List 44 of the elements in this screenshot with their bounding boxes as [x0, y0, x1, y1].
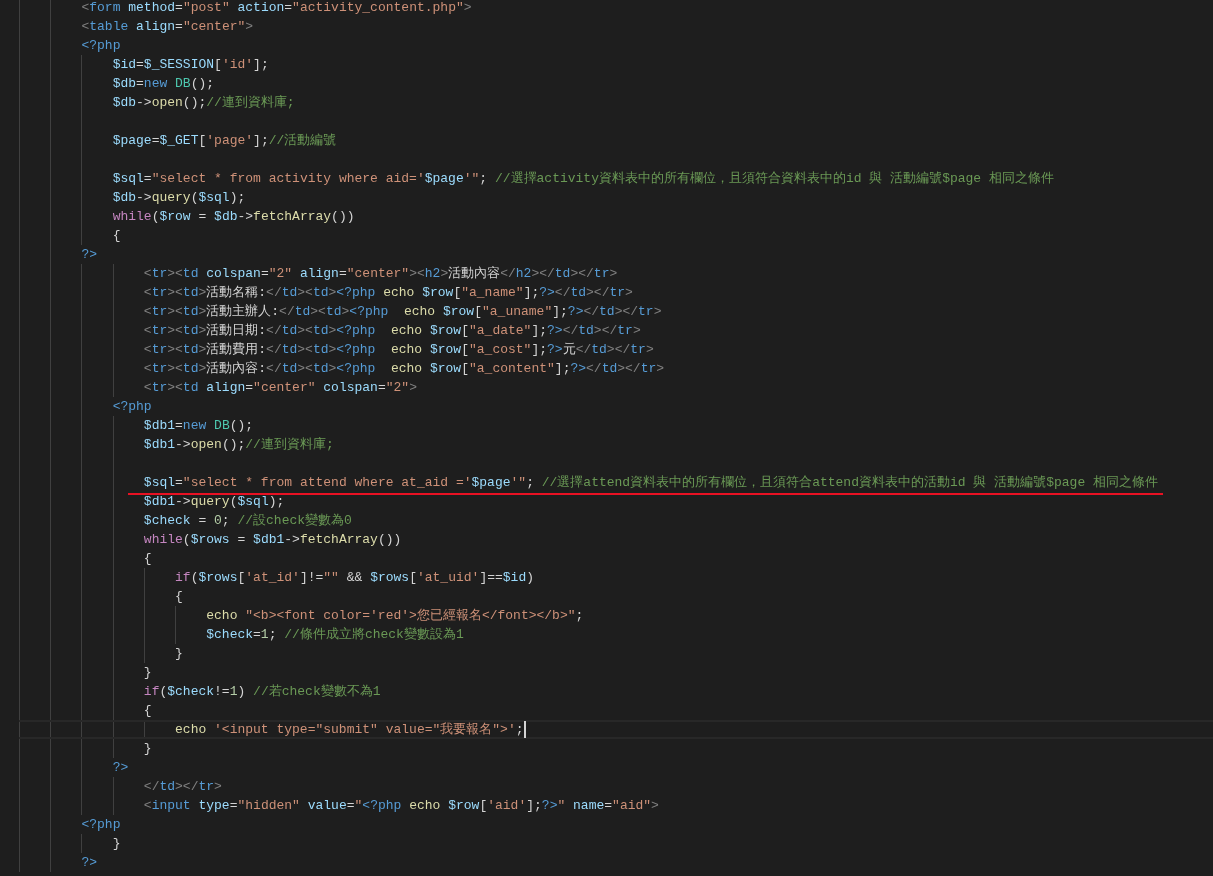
code-line: <?php — [81, 37, 121, 55]
code-line: if($check!=1) //若check變數不為1 — [143, 683, 381, 701]
code-line: } — [175, 645, 183, 663]
code-line: { — [112, 227, 121, 245]
code-line: $db=new DB(); — [112, 75, 215, 93]
code-line: <tr><td align="center" colspan="2"> — [143, 379, 417, 397]
code-line: while($row = $db->fetchArray()) — [112, 208, 355, 226]
code-line: $check = 0; //設check變數為0 — [143, 512, 352, 530]
code-line: $id=$_SESSION['id']; — [112, 56, 269, 74]
code-line: $sql="select * from attend where at_aid ='$page'"; //選擇attend資料表中的所有欄位，且須符合attend資料表中的活動id 與 活動編號$page 相同之條件 — [143, 474, 1158, 492]
code-line: } — [143, 664, 152, 682]
code-line: $db1->open();//連到資料庫; — [143, 436, 334, 454]
code-line: $db->open();//連到資料庫; — [112, 94, 295, 112]
code-line: <table align="center"> — [81, 18, 254, 36]
code-line: $sql="select * from activity where aid='$page'"; //選擇activity資料表中的所有欄位，且須符合資料表中的id 與 活動編號$page 相同之條件 — [112, 170, 1054, 188]
code-line: <?php — [81, 816, 121, 834]
code-line: while($rows = $db1->fetchArray()) — [143, 531, 402, 549]
code-line: { — [143, 702, 152, 720]
code-line: <tr><td>活動名稱:</td><td><?php echo $row["a_name"];?></td></tr> — [143, 284, 633, 302]
code-line: $check=1; //條件成立將check變數設為1 — [206, 626, 464, 644]
code-line: <tr><td>活動日期:</td><td><?php echo $row["a_date"];?></td></tr> — [143, 322, 641, 340]
code-line: <form method="post" action="activity_content.php"> — [81, 0, 472, 17]
code-line: <?php — [112, 398, 152, 416]
code-line: echo "<b><font color='red'>您已經報名</font></b>"; — [206, 607, 584, 625]
code-line: ?> — [81, 246, 98, 264]
code-line: $db->query($sql); — [112, 189, 246, 207]
code-line: $db1->query($sql); — [143, 493, 285, 511]
code-line: ?> — [112, 759, 129, 777]
code-line: { — [143, 550, 152, 568]
code-line: $db1=new DB(); — [143, 417, 254, 435]
code-line: echo '<input type="submit" value="我要報名">'; — [175, 721, 524, 739]
code-line: <tr><td>活動主辦人:</td><td><?php echo $row["a_uname"];?></td></tr> — [143, 303, 662, 321]
code-line: { — [175, 588, 183, 606]
code-line: } — [143, 740, 152, 758]
code-line: if($rows['at_id']!="" && $rows['at_uid']==$id) — [175, 569, 534, 587]
code-line: } — [112, 835, 121, 853]
code-line: <tr><td>活動內容:</td><td><?php echo $row["a_content"];?></td></tr> — [143, 360, 665, 378]
code-line: <tr><td>活動費用:</td><td><?php echo $row["a_cost"];?>元</td></tr> — [143, 341, 654, 359]
code-line: <input type="hidden" value="<?php echo $row['aid'];?>" name="aid"> — [143, 797, 659, 815]
code-line: <tr><td colspan="2" align="center"><h2>活動內容</h2></td></tr> — [143, 265, 618, 283]
code-line: ?> — [81, 854, 98, 872]
code-line: </td></tr> — [143, 778, 222, 796]
text-cursor — [523, 721, 526, 738]
code-line: $page=$_GET['page'];//活動編號 — [112, 132, 337, 150]
